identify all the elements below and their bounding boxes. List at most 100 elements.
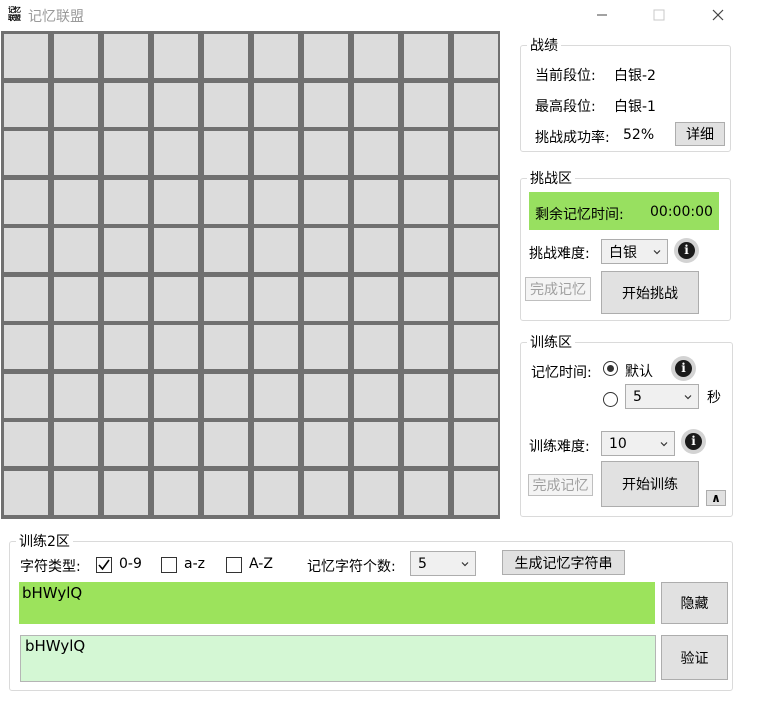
char-count-select[interactable]: 5	[410, 551, 476, 576]
grid-cell[interactable]	[404, 228, 448, 272]
grid-cell[interactable]	[4, 276, 48, 321]
grid-cell[interactable]	[304, 82, 348, 127]
grid-cell[interactable]	[254, 131, 298, 175]
grid-cell[interactable]	[454, 276, 498, 321]
grid-cell[interactable]	[204, 470, 248, 515]
grid-cell[interactable]	[154, 82, 198, 127]
grid-cell[interactable]	[104, 325, 148, 369]
generate-string-button[interactable]: 生成记忆字符串	[502, 550, 625, 575]
grid-cell[interactable]	[454, 373, 498, 418]
custom-time-select[interactable]: 5	[625, 384, 699, 409]
grid-cell[interactable]	[304, 422, 348, 466]
grid-cell[interactable]	[254, 34, 298, 78]
grid-cell[interactable]	[254, 228, 298, 272]
grid-cell[interactable]	[204, 373, 248, 418]
grid-cell[interactable]	[454, 470, 498, 515]
grid-cell[interactable]	[204, 276, 248, 321]
grid-cell[interactable]	[254, 422, 298, 466]
grid-cell[interactable]	[154, 422, 198, 466]
grid-cell[interactable]	[54, 34, 98, 78]
grid-cell[interactable]	[354, 276, 398, 321]
grid-cell[interactable]	[104, 276, 148, 321]
grid-cell[interactable]	[54, 422, 98, 466]
grid-cell[interactable]	[304, 325, 348, 369]
minimize-button[interactable]	[579, 0, 625, 30]
grid-cell[interactable]	[154, 34, 198, 78]
grid-cell[interactable]	[204, 82, 248, 127]
grid-cell[interactable]	[4, 82, 48, 127]
grid-cell[interactable]	[4, 373, 48, 418]
training-info-button[interactable]: i	[681, 429, 706, 454]
grid-cell[interactable]	[54, 179, 98, 224]
grid-cell[interactable]	[304, 373, 348, 418]
hide-button[interactable]: 隐藏	[661, 582, 728, 624]
grid-cell[interactable]	[104, 470, 148, 515]
grid-cell[interactable]	[354, 422, 398, 466]
grid-cell[interactable]	[54, 325, 98, 369]
grid-cell[interactable]	[404, 422, 448, 466]
grid-cell[interactable]	[204, 34, 248, 78]
grid-cell[interactable]	[154, 373, 198, 418]
grid-cell[interactable]	[104, 82, 148, 127]
challenge-info-button[interactable]: i	[674, 238, 699, 263]
grid-cell[interactable]	[154, 228, 198, 272]
grid-cell[interactable]	[204, 325, 248, 369]
grid-cell[interactable]	[154, 179, 198, 224]
grid-cell[interactable]	[304, 276, 348, 321]
grid-cell[interactable]	[4, 422, 48, 466]
grid-cell[interactable]	[454, 325, 498, 369]
close-button[interactable]	[695, 0, 741, 30]
grid-cell[interactable]	[104, 373, 148, 418]
grid-cell[interactable]	[54, 373, 98, 418]
grid-cell[interactable]	[54, 276, 98, 321]
grid-cell[interactable]	[254, 470, 298, 515]
grid-cell[interactable]	[104, 228, 148, 272]
grid-cell[interactable]	[354, 131, 398, 175]
verify-input[interactable]: bHWylQ	[20, 635, 656, 682]
grid-cell[interactable]	[4, 179, 48, 224]
grid-cell[interactable]	[154, 131, 198, 175]
start-training-button[interactable]: 开始训练	[601, 461, 699, 507]
grid-cell[interactable]	[254, 82, 298, 127]
grid-cell[interactable]	[404, 179, 448, 224]
verify-button[interactable]: 验证	[661, 635, 728, 680]
grid-cell[interactable]	[354, 470, 398, 515]
grid-cell[interactable]	[354, 179, 398, 224]
grid-cell[interactable]	[454, 228, 498, 272]
grid-cell[interactable]	[204, 228, 248, 272]
grid-cell[interactable]	[404, 34, 448, 78]
challenge-done-button[interactable]: 完成记忆	[525, 277, 591, 301]
grid-cell[interactable]	[254, 373, 298, 418]
time-info-button[interactable]: i	[671, 356, 696, 381]
default-time-radio[interactable]	[603, 361, 618, 376]
grid-cell[interactable]	[104, 422, 148, 466]
grid-cell[interactable]	[4, 131, 48, 175]
grid-cell[interactable]	[4, 325, 48, 369]
start-challenge-button[interactable]: 开始挑战	[601, 271, 699, 314]
grid-cell[interactable]	[304, 131, 348, 175]
grid-cell[interactable]	[404, 131, 448, 175]
grid-cell[interactable]	[254, 179, 298, 224]
training-difficulty-select[interactable]: 10	[601, 431, 675, 456]
grid-cell[interactable]	[454, 131, 498, 175]
grid-cell[interactable]	[4, 470, 48, 515]
grid-cell[interactable]	[404, 373, 448, 418]
grid-cell[interactable]	[404, 276, 448, 321]
grid-cell[interactable]	[354, 325, 398, 369]
grid-cell[interactable]	[354, 373, 398, 418]
grid-cell[interactable]	[454, 82, 498, 127]
grid-cell[interactable]	[154, 470, 198, 515]
grid-cell[interactable]	[254, 325, 298, 369]
grid-cell[interactable]	[354, 34, 398, 78]
grid-cell[interactable]	[4, 34, 48, 78]
digits-checkbox[interactable]	[96, 557, 112, 573]
uppercase-checkbox[interactable]	[226, 557, 242, 573]
grid-cell[interactable]	[404, 470, 448, 515]
grid-cell[interactable]	[454, 179, 498, 224]
grid-cell[interactable]	[304, 34, 348, 78]
training-done-button[interactable]: 完成记忆	[528, 474, 593, 496]
grid-cell[interactable]	[54, 131, 98, 175]
challenge-difficulty-select[interactable]: 白银	[601, 239, 668, 264]
lowercase-checkbox[interactable]	[161, 557, 177, 573]
grid-cell[interactable]	[454, 422, 498, 466]
